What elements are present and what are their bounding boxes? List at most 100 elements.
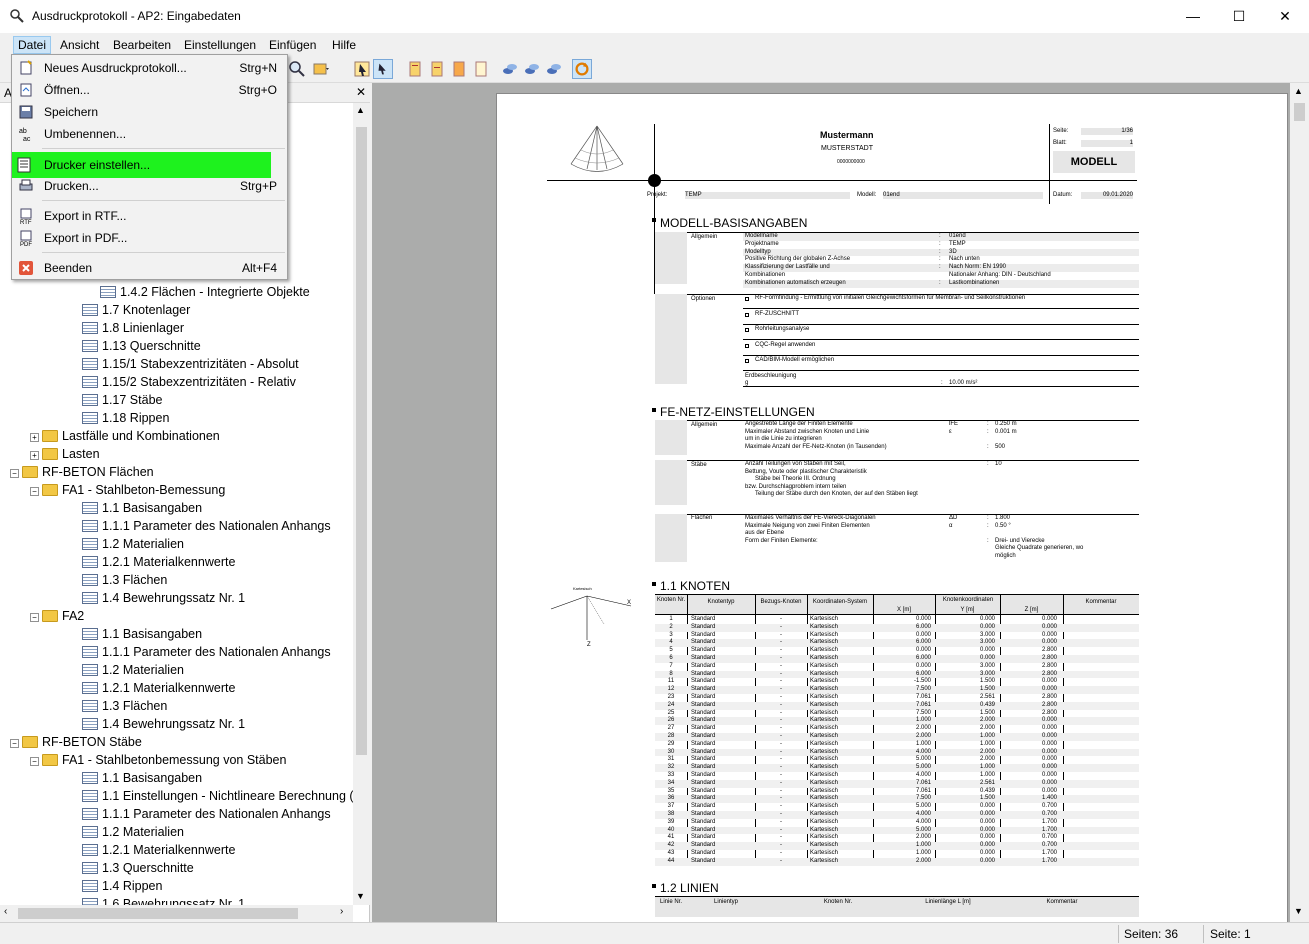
- tree-item[interactable]: 1.17 Stäbe: [82, 391, 162, 409]
- report-cell: 34: [655, 780, 687, 787]
- table-icon: [82, 808, 98, 820]
- tree-item[interactable]: 1.7 Knotenlager: [82, 301, 190, 319]
- tree-item[interactable]: 1.15/2 Stabexzentrizitäten - Relativ: [82, 373, 296, 391]
- tree-item[interactable]: −FA1 - Stahlbeton-Bemessung: [30, 481, 225, 499]
- tree-scroll-thumb[interactable]: [356, 127, 367, 755]
- report-cell: -: [755, 717, 807, 724]
- tree-item[interactable]: 1.1 Basisangaben: [82, 769, 202, 787]
- tree-hscroll-thumb[interactable]: [18, 908, 298, 919]
- module-folder-icon: [42, 754, 58, 766]
- tree-item[interactable]: −FA1 - Stahlbetonbemessung von Stäben: [30, 751, 286, 769]
- report-cell: -: [755, 858, 807, 865]
- tree-item[interactable]: 1.3 Querschnitte: [82, 859, 194, 877]
- tree-item[interactable]: 1.2.1 Materialkennwerte: [82, 841, 235, 859]
- report-cell: :: [939, 249, 941, 256]
- tree-item[interactable]: 1.1 Basisangaben: [82, 625, 202, 643]
- expand-toggle-icon[interactable]: −: [30, 613, 39, 622]
- scroll-left-icon[interactable]: ‹: [4, 906, 7, 917]
- tree-item[interactable]: 1.2 Materialien: [82, 661, 184, 679]
- tree-item[interactable]: 1.13 Querschnitte: [82, 337, 201, 355]
- preview-vertical-scrollbar[interactable]: ▲ ▼: [1290, 83, 1309, 922]
- report-cell: :: [987, 515, 989, 522]
- menu-einstellungen[interactable]: Einstellungen: [180, 37, 260, 55]
- zoom-icon[interactable]: [287, 59, 307, 79]
- report-cell: 4.000: [873, 772, 931, 779]
- preview-scroll-up-icon[interactable]: ▲: [1294, 86, 1303, 96]
- minimize-button[interactable]: —: [1170, 0, 1216, 33]
- tree-item-label: 1.2.1 Materialkennwerte: [102, 555, 235, 569]
- scroll-down-icon[interactable]: ▼: [356, 891, 365, 901]
- expand-toggle-icon[interactable]: +: [30, 451, 39, 460]
- menu-item-new[interactable]: Neues Ausdruckprotokoll...Strg+N: [14, 57, 285, 79]
- expand-toggle-icon[interactable]: +: [30, 433, 39, 442]
- tree-item[interactable]: 1.2.1 Materialkennwerte: [82, 553, 235, 571]
- tree-item[interactable]: 1.15/1 Stabexzentrizitäten - Absolut: [82, 355, 299, 373]
- select-icon[interactable]: [373, 59, 393, 79]
- menu-item-export-pdf[interactable]: PDF Export in PDF...: [14, 227, 285, 249]
- tree-item[interactable]: 1.4 Bewehrungssatz Nr. 1: [82, 589, 245, 607]
- tree-item[interactable]: 1.2.1 Materialkennwerte: [82, 679, 235, 697]
- page-setup-icon[interactable]: [311, 59, 331, 79]
- menu-einfuegen[interactable]: Einfügen: [265, 37, 320, 55]
- tree-item[interactable]: 1.8 Linienlager: [82, 319, 184, 337]
- table-icon: [82, 628, 98, 640]
- tree-item[interactable]: +Lastfälle und Kombinationen: [30, 427, 220, 445]
- tree-vertical-scrollbar[interactable]: ▲ ▼: [353, 103, 370, 905]
- link-icon-2[interactable]: [522, 59, 542, 79]
- tree-item[interactable]: 1.2 Materialien: [82, 535, 184, 553]
- tree-item[interactable]: 1.18 Rippen: [82, 409, 169, 427]
- preview-scroll-thumb[interactable]: [1294, 103, 1305, 121]
- report-cell: Standard: [691, 694, 715, 701]
- menu-hilfe[interactable]: Hilfe: [328, 37, 360, 55]
- expand-toggle-icon[interactable]: −: [10, 469, 19, 478]
- tree-item[interactable]: 1.1.1 Parameter des Nationalen Anhangs: [82, 517, 331, 535]
- tree-item[interactable]: 1.3 Flächen: [82, 571, 167, 589]
- expand-toggle-icon[interactable]: −: [30, 487, 39, 496]
- menu-ansicht[interactable]: Ansicht: [56, 37, 103, 55]
- link-icon-3[interactable]: [544, 59, 564, 79]
- table-icon: [82, 394, 98, 406]
- tree-item[interactable]: −RF-BETON Flächen: [10, 463, 154, 481]
- report-cell: Kartesisch: [810, 655, 838, 662]
- tree-item[interactable]: 1.2 Materialien: [82, 823, 184, 841]
- report-cell: Maximaler Abstand zwischen Knoten und Li…: [745, 429, 869, 436]
- insert-text-icon[interactable]: [427, 59, 447, 79]
- expand-toggle-icon[interactable]: −: [10, 739, 19, 748]
- tree-item[interactable]: 1.3 Flächen: [82, 697, 167, 715]
- panel-close-icon[interactable]: ✕: [356, 85, 366, 99]
- menu-datei[interactable]: Datei: [13, 36, 51, 54]
- menu-bearbeiten[interactable]: Bearbeiten: [109, 37, 175, 55]
- insert-page-icon[interactable]: [405, 59, 425, 79]
- link-icon-1[interactable]: [500, 59, 520, 79]
- menu-item-save[interactable]: Speichern: [14, 101, 285, 123]
- tree-item[interactable]: 1.1 Basisangaben: [82, 499, 202, 517]
- tree-item[interactable]: 1.1.1 Parameter des Nationalen Anhangs: [82, 805, 331, 823]
- tree-item[interactable]: 1.1 Einstellungen - Nichtlineare Berechn…: [82, 787, 353, 805]
- close-button[interactable]: ✕: [1262, 0, 1308, 33]
- insert-blank-icon[interactable]: [471, 59, 491, 79]
- tree-horizontal-scrollbar[interactable]: ‹ ›: [0, 905, 353, 922]
- menu-item-export-rtf[interactable]: RTF Export in RTF...: [14, 205, 285, 227]
- scroll-right-icon[interactable]: ›: [340, 906, 343, 917]
- tree-item[interactable]: −RF-BETON Stäbe: [10, 733, 142, 751]
- tree-item[interactable]: −FA2: [30, 607, 84, 625]
- menu-item-rename[interactable]: abac Umbenennen...: [14, 123, 285, 145]
- tree-item[interactable]: 1.4.2 Flächen - Integrierte Objekte: [100, 283, 310, 301]
- menu-item-print[interactable]: Drucken...Strg+P: [14, 175, 285, 197]
- preview-scroll-down-icon[interactable]: ▼: [1294, 906, 1303, 916]
- tree-item[interactable]: 1.1.1 Parameter des Nationalen Anhangs: [82, 643, 331, 661]
- tree-item[interactable]: 1.4 Rippen: [82, 877, 162, 895]
- refresh-icon[interactable]: [572, 59, 592, 79]
- report-cell: 2.800: [1000, 694, 1057, 701]
- menu-item-open[interactable]: Öffnen...Strg+O: [14, 79, 285, 101]
- scroll-up-icon[interactable]: ▲: [356, 105, 365, 115]
- maximize-button[interactable]: ☐: [1216, 0, 1262, 33]
- report-cell: 1.000: [873, 850, 931, 857]
- menu-item-exit[interactable]: BeendenAlt+F4: [14, 257, 285, 279]
- tree-item[interactable]: 1.4 Bewehrungssatz Nr. 1: [82, 715, 245, 733]
- tree-item[interactable]: +Lasten: [30, 445, 100, 463]
- expand-toggle-icon[interactable]: −: [30, 757, 39, 766]
- insert-graphic-icon[interactable]: [449, 59, 469, 79]
- tree-item[interactable]: 1.6 Bewehrungssatz Nr. 1: [82, 895, 245, 905]
- pointer-icon[interactable]: [353, 59, 373, 79]
